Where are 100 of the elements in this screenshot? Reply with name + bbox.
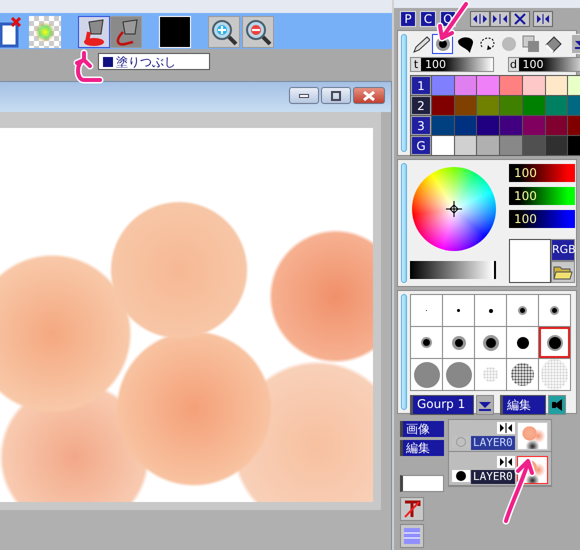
- palette-row-tab[interactable]: 1: [411, 76, 431, 95]
- swap-icon: [534, 13, 552, 25]
- circle-icon: [500, 35, 518, 53]
- color-swatch[interactable]: [546, 76, 568, 95]
- brush-tip-button[interactable]: [539, 327, 570, 358]
- brush-tip-button[interactable]: [411, 327, 442, 358]
- color-swatch[interactable]: [477, 76, 500, 95]
- color-swatch[interactable]: [454, 96, 476, 115]
- brightness-slider-fill[interactable]: [410, 261, 496, 279]
- zoom-in-icon: [210, 18, 238, 46]
- move-icon-icon: [498, 422, 513, 432]
- color-swatch[interactable]: [500, 96, 522, 115]
- color-swatch[interactable]: [454, 116, 476, 135]
- zoom-out-button[interactable]: [242, 16, 274, 48]
- input-field[interactable]: [400, 475, 444, 492]
- palette-row-tab[interactable]: 3: [411, 116, 431, 135]
- color-swatch[interactable]: [432, 136, 454, 155]
- color-channel-slider[interactable]: 100: [509, 210, 575, 228]
- color-swatch[interactable]: [546, 116, 568, 135]
- zoom-in-button[interactable]: [208, 16, 240, 48]
- collapse-button[interactable]: [490, 11, 510, 27]
- layer-menu-button[interactable]: 画像: [400, 421, 444, 437]
- color-mode-button[interactable]: RGB: [551, 239, 575, 261]
- color-swatch[interactable]: [500, 116, 522, 135]
- new-canvas-icon[interactable]: [0, 16, 21, 48]
- color-swatch[interactable]: [477, 96, 500, 115]
- blob-icon: [456, 35, 474, 53]
- current-color-swatch[interactable]: [159, 16, 191, 48]
- color-channel-slider[interactable]: 100: [509, 187, 575, 205]
- text-tool-button[interactable]: [400, 497, 424, 521]
- layer-name[interactable]: LAYER0: [471, 470, 515, 484]
- edit-button[interactable]: 編集: [500, 395, 546, 415]
- color-swatch[interactable]: [432, 116, 454, 135]
- move-icon-icon: [498, 456, 513, 466]
- collapse-icon: [491, 13, 509, 25]
- move-icon[interactable]: [496, 422, 515, 434]
- minimize-icon: [299, 94, 309, 98]
- brush-tip-button[interactable]: [507, 295, 538, 326]
- color-swatch[interactable]: [522, 76, 545, 95]
- color-swatch[interactable]: [432, 76, 454, 95]
- pencil-tool[interactable]: [410, 34, 431, 54]
- panel-tab[interactable]: P: [400, 11, 416, 27]
- close-button[interactable]: [353, 87, 385, 104]
- layer-list-button[interactable]: [400, 524, 424, 548]
- color-channel-slider[interactable]: 100: [509, 164, 575, 182]
- slider-fill[interactable]: 100: [518, 58, 580, 71]
- tooltip-text: 塗りつぶし: [116, 56, 176, 68]
- minimize-button[interactable]: [289, 87, 319, 104]
- transparency-icon: [33, 20, 57, 44]
- zoom-out-icon: [244, 18, 272, 46]
- palette-row-tab[interactable]: G: [411, 136, 431, 155]
- layer-list-icon: [402, 526, 422, 546]
- panel-handle[interactable]: [401, 34, 407, 152]
- close-icon: [362, 90, 376, 102]
- panel-tab[interactable]: C: [420, 11, 436, 27]
- brush-tip-button[interactable]: [539, 295, 570, 326]
- eraser-tool[interactable]: [542, 34, 563, 54]
- fill-outline-button[interactable]: [110, 16, 142, 48]
- layer-menu-button[interactable]: 編集: [400, 440, 444, 456]
- expand-icon: [471, 13, 489, 25]
- slider-label: t: [411, 58, 421, 71]
- brush-tip-button[interactable]: [443, 327, 474, 358]
- pencil-icon: [412, 35, 430, 53]
- color-preview: [509, 239, 551, 283]
- layer-name[interactable]: LAYER0: [471, 436, 515, 450]
- color-swatch[interactable]: [454, 76, 476, 95]
- fill-button[interactable]: [78, 16, 110, 48]
- color-swatch[interactable]: [522, 96, 545, 115]
- maximize-icon: [331, 90, 341, 100]
- close-button[interactable]: [510, 11, 530, 27]
- palette-row-tab[interactable]: 2: [411, 96, 431, 115]
- swap-button[interactable]: [533, 11, 553, 27]
- panel-handle[interactable]: [401, 163, 407, 283]
- brush-tip-button[interactable]: [507, 327, 538, 358]
- color-swatch[interactable]: [546, 96, 568, 115]
- collapse-button[interactable]: [548, 395, 566, 415]
- color-swatch[interactable]: [546, 136, 568, 155]
- color-swatch[interactable]: [477, 116, 500, 135]
- color-swatch[interactable]: [432, 96, 454, 115]
- squares-icon: [522, 35, 540, 53]
- dropdown-button[interactable]: [476, 395, 494, 415]
- maximize-button[interactable]: [321, 87, 351, 104]
- fill-icon: [81, 18, 107, 46]
- move-icon[interactable]: [496, 456, 515, 468]
- brush-group-select[interactable]: Gourp 1: [410, 395, 474, 415]
- panel-handle[interactable]: [401, 294, 407, 410]
- lasso-icon: [478, 35, 496, 53]
- color-swatch[interactable]: [522, 116, 545, 135]
- slider-label: d: [508, 58, 518, 71]
- color-swatch[interactable]: [522, 136, 545, 155]
- expand-button[interactable]: [470, 11, 490, 27]
- color-swatch[interactable]: [454, 136, 476, 155]
- color-swatch[interactable]: [477, 136, 500, 155]
- visibility-toggle[interactable]: [452, 470, 470, 482]
- crosshair-icon: [446, 201, 462, 217]
- folder-button[interactable]: [551, 261, 575, 283]
- brush-tip-button[interactable]: [475, 327, 506, 358]
- color-swatch[interactable]: [500, 76, 522, 95]
- color-swatch[interactable]: [500, 136, 522, 155]
- slider-fill[interactable]: 100: [421, 58, 492, 71]
